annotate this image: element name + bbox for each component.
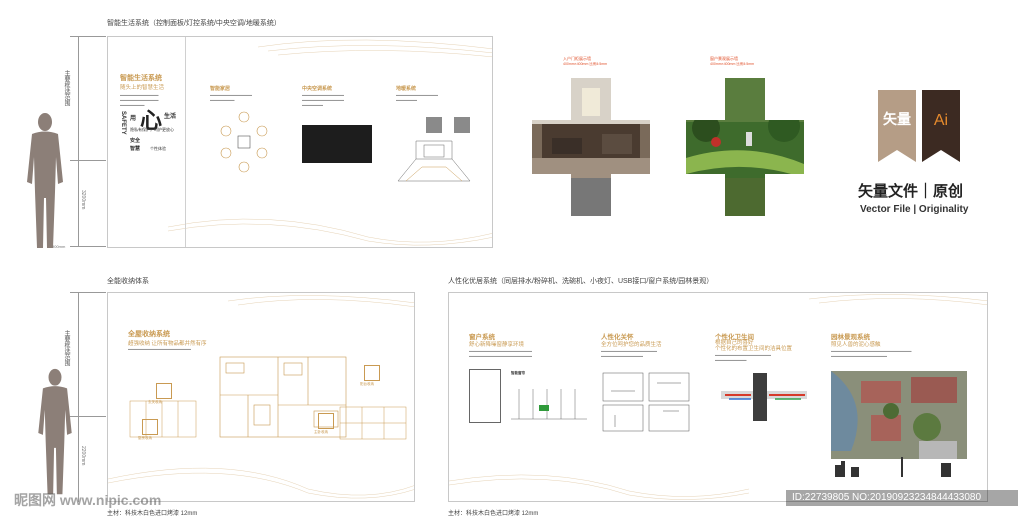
dimension-line (78, 292, 79, 502)
storage-tag: 主卧收纳 (314, 430, 328, 434)
ai-badge-text: Ai (933, 112, 949, 129)
body-text: ▬▬▬▬▬▬▬▬▬▬▬▬▬▬▬▬ ▬▬▬▬▬▬▬▬▬ (715, 353, 771, 362)
aircon-image (302, 125, 372, 163)
word-use: 用 (130, 116, 137, 122)
body-text: ▬▬▬▬▬▬▬▬▬▬▬▬ ▬▬▬▬▬▬▬ (210, 93, 252, 102)
body-text: ▬▬▬▬▬▬▬▬▬▬▬▬ ▬▬▬▬▬▬▬▬▬▬▬▬ ▬▬▬▬▬▬ (302, 93, 344, 107)
floor-heating-thumb (426, 117, 442, 133)
word-smart: 智慧 (130, 146, 141, 152)
top-caption: 智能生活系统（控制面板/灯控系统/中央空调/地暖系统） (107, 20, 281, 27)
column-sub: 全方位呵护您的品质生活 (601, 342, 662, 348)
bottom-right-caption: 人性化优居系统（同层排水/粉碎机、洗碗机、小夜灯、USB接口/窗户系统/园林景观… (448, 278, 714, 285)
top-panel: 智能生活系统 随头上的智慧生活 ▬▬▬▬▬▬▬▬▬▬▬ ▬▬▬▬▬▬▬▬▬▬▬ ▬▬… (107, 36, 493, 248)
brand-title: 矢量文件｜原创 (858, 183, 964, 200)
storage-tag: 阳台收纳 (360, 382, 374, 386)
storage-panel: 全屋收纳系统 超强收纳 让所有物品都井然有序 ▬▬▬▬▬▬▬▬▬▬▬▬▬▬▬▬▬… (107, 292, 415, 502)
column-sub: 根据自己的喜好 个性化的布置卫生间的洁具位置 (715, 340, 793, 352)
section-sub: 随头上的智慧生活 (120, 85, 165, 91)
tick (70, 292, 106, 293)
bottom-left-caption: 全能收纳体系 (107, 278, 149, 285)
vector-badge-text: 矢量 (883, 111, 911, 127)
tick (70, 160, 106, 161)
section-heading: 智能生活系统 (120, 75, 162, 82)
garden-aerial-image (831, 371, 967, 477)
man-silhouette-icon (38, 368, 72, 495)
floor-heating-thumb (454, 117, 470, 133)
word-safety: 安全 (130, 138, 141, 144)
garden-cross-image (686, 78, 804, 216)
safety-text: SAFETY (120, 111, 126, 135)
comfort-panel: 窗户系统 舒心新降噪窗静享环境 ▬▬▬▬▬▬▬▬▬▬▬▬▬▬▬▬▬▬ ▬▬▬▬▬▬… (448, 292, 988, 502)
bathroom-pipe-diagram-icon (721, 373, 807, 421)
smart-home-diagram-icon (220, 111, 268, 173)
cross-dims: 400mm×400mm 比例4:5mm (710, 62, 755, 66)
curtain-diagram-icon (511, 389, 587, 420)
kitchen-sketch-icon (602, 372, 690, 432)
body-text: ▬▬▬▬▬▬▬▬▬▬▬▬▬▬▬▬▬▬▬▬▬▬▬ ▬▬▬▬▬▬▬▬▬▬▬▬▬▬▬▬ (831, 349, 912, 358)
body-text: ▬▬▬▬▬▬▬▬▬▬▬▬▬▬▬▬▬▬ (396, 93, 438, 102)
body-text: ▬▬▬▬▬▬▬▬▬▬▬▬▬▬▬▬▬▬ ▬▬▬▬▬▬▬▬▬▬▬▬▬▬▬▬▬▬ (469, 349, 532, 358)
watermark-id: ID:22739805 NO:20190923234844433080 (792, 492, 982, 503)
tick (70, 36, 106, 37)
body-text: ▬▬▬▬▬▬▬▬▬▬▬▬▬▬▬▬▬▬ (128, 347, 191, 351)
ruler-label: 主要框选范围 (63, 70, 69, 106)
storage-title: 全屋收纳系统 (128, 331, 170, 338)
watermark: 昵图网 www.nipic.com (14, 492, 162, 508)
storage-icon (364, 365, 380, 381)
ruler-label: 主要框选范围 (63, 330, 69, 366)
section-title: 智能家居 (210, 86, 231, 92)
column-sub: 舒心新降噪窗静享环境 (469, 342, 525, 348)
column-sub: 照见人兽的泥心感触 (831, 342, 881, 348)
ruler-dim: 3200mm (80, 190, 86, 210)
panel-divider (185, 37, 186, 247)
dimension-line (78, 36, 79, 246)
ruler-dim: 2200mm (80, 446, 86, 466)
living-room-cross-image (532, 78, 650, 216)
storage-icon (318, 413, 334, 429)
footer-material: 主材：科技木白色进口烤漆 12mm (448, 511, 539, 517)
storage-icon (156, 383, 172, 399)
window-frame (469, 369, 501, 423)
smart-curtain-label: 智能窗帘 (511, 371, 525, 375)
word-life: 生活 (164, 114, 177, 120)
word-experience: 个性体验 (150, 146, 166, 151)
man-silhouette-icon (27, 113, 63, 248)
cabinet-sketch-icon (339, 406, 407, 440)
wardrobe-sketch-icon (129, 400, 197, 438)
cross-dims: 400mm×400mm 比例4:5mm (563, 62, 608, 66)
section-title: 中央空调系统 (302, 86, 333, 92)
word-privacy: 隐私有保护，呵护更放心 (130, 127, 174, 132)
floor-heating-sketch-icon (397, 140, 471, 182)
tick (70, 246, 106, 247)
section-title: 地暖系统 (396, 86, 417, 92)
brand-subtitle: Vector File | Originality (860, 204, 969, 215)
storage-sub: 超强收纳 让所有物品都井然有序 (128, 341, 207, 347)
body-text: ▬▬▬▬▬▬▬▬▬▬▬▬▬▬▬▬ ▬▬▬▬▬▬▬▬▬▬▬▬ (601, 349, 657, 358)
